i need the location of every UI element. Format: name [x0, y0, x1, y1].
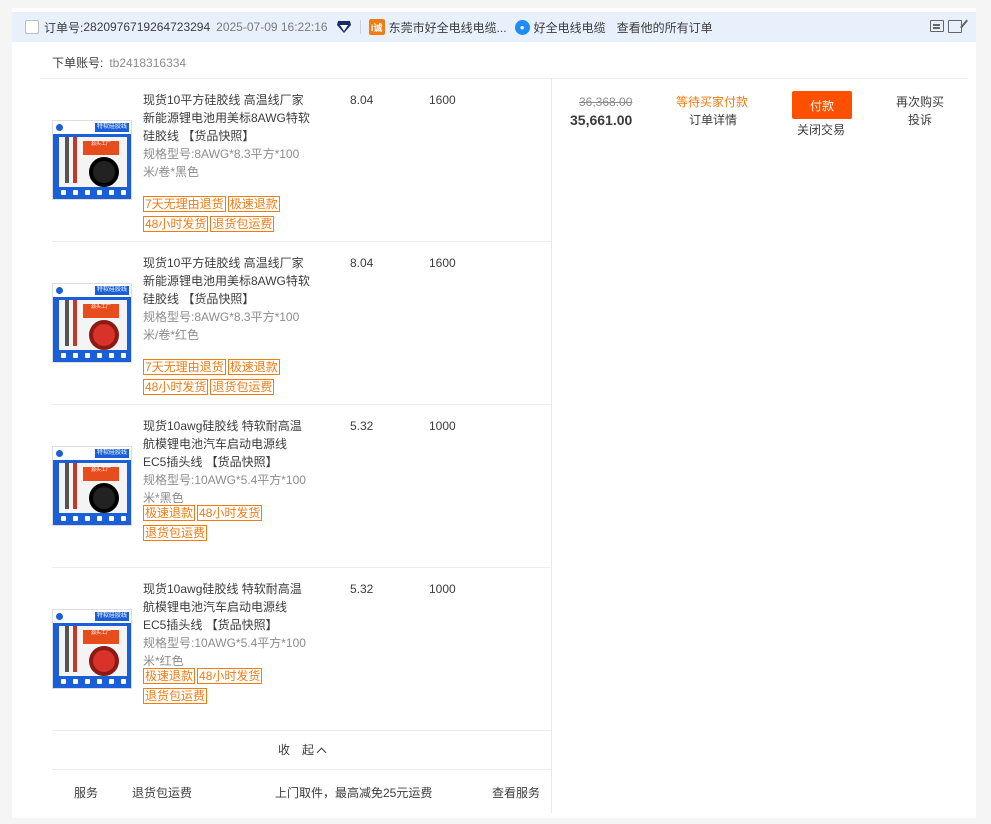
- product-title: 现货10平方硅胶线 高温线厂家新能源锂电池用美标8AWG特软硅胶线 【货品快照】: [143, 256, 310, 306]
- close-trade-link[interactable]: 关闭交易: [797, 121, 845, 138]
- service-tags: 极速退款 48小时发货退货包运费: [143, 668, 313, 708]
- all-orders-link[interactable]: 查看他的所有订单: [617, 19, 713, 36]
- order-item: 特软硅胶线 源头工厂 现货10平方硅胶线 高温线厂家新能源锂电池用美标8AWG特软硅…: [52, 242, 551, 405]
- service-tag[interactable]: 48小时发货: [197, 668, 263, 684]
- service-tag[interactable]: 48小时发货: [143, 379, 209, 395]
- unit-price: 8.04: [350, 93, 374, 107]
- shop-icon: i诚: [368, 19, 385, 35]
- service-tag[interactable]: 极速退款: [143, 668, 196, 684]
- product-spec: 规格型号:10AWG*5.4平方*100米*黑色: [143, 473, 306, 505]
- collapse-toggle[interactable]: 收 起: [52, 730, 551, 770]
- service-tag[interactable]: 7天无理由退货: [143, 359, 226, 375]
- service-tag[interactable]: 退货包运费: [143, 525, 208, 541]
- service-tag[interactable]: 极速退款: [143, 505, 196, 521]
- service-tag[interactable]: 极速退款: [227, 359, 280, 375]
- order-header: 订单号: 2820976719264723294 2025-07-09 16:2…: [12, 12, 976, 42]
- service-tag[interactable]: 退货包运费: [143, 688, 208, 704]
- chevron-up-icon: [316, 747, 327, 758]
- service-label: 服务: [74, 786, 99, 800]
- order-item: 特软硅胶线 源头工厂 现货10awg硅胶线 特软耐高温航模锂电池汽车启动电源线 EC…: [52, 405, 551, 568]
- product-title-link[interactable]: 现货10平方硅胶线 高温线厂家新能源锂电池用美标8AWG特软硅胶线 【货品快照】…: [143, 254, 313, 344]
- message-icon[interactable]: [930, 20, 944, 32]
- product-title: 现货10awg硅胶线 特软耐高温航模锂电池汽车启动电源线 EC5插头线 【货品快…: [143, 419, 302, 469]
- chat-icon[interactable]: ●: [514, 19, 530, 35]
- service-tag[interactable]: 48小时发货: [197, 505, 263, 521]
- product-spec: 规格型号:8AWG*8.3平方*100米/卷*红色: [143, 310, 300, 342]
- service-tag[interactable]: 退货包运费: [210, 379, 275, 395]
- page: 订单号: 2820976719264723294 2025-07-09 16:2…: [0, 0, 991, 824]
- service-desc: 上门取件，最高减免25元运费: [275, 786, 433, 800]
- seller-name-link[interactable]: 好全电线电缆: [534, 19, 606, 36]
- order-number-label: 订单号:: [44, 20, 84, 35]
- product-title-link[interactable]: 现货10awg硅胶线 特软耐高温航模锂电池汽车启动电源线 EC5插头线 【货品快…: [143, 417, 313, 507]
- shop-name-link[interactable]: 东莞市好全电线电缆...: [389, 19, 507, 36]
- product-thumbnail[interactable]: 特软硅胶线 源头工厂: [52, 283, 132, 363]
- product-title-link[interactable]: 现货10awg硅胶线 特软耐高温航模锂电池汽车启动电源线 EC5插头线 【货品快…: [143, 580, 313, 670]
- order-date: 2025-07-09 16:22:16: [216, 20, 328, 34]
- collapse-label: 收 起: [277, 743, 314, 757]
- account-label: 下单账号:: [52, 56, 104, 70]
- account-value: tb2418316334: [109, 56, 187, 70]
- order-card: 订单号: 2820976719264723294 2025-07-09 16:2…: [12, 8, 976, 818]
- product-spec: 规格型号:10AWG*5.4平方*100米*红色: [143, 636, 306, 668]
- unit-price: 5.32: [350, 419, 374, 433]
- pay-button[interactable]: 付款: [792, 91, 852, 119]
- quantity: 1000: [429, 419, 456, 433]
- total-price: 35,661.00: [570, 112, 633, 128]
- product-thumbnail[interactable]: 特软硅胶线 源头工厂: [52, 609, 132, 689]
- product-thumbnail[interactable]: 特软硅胶线 源头工厂: [52, 446, 132, 526]
- rebuy-link[interactable]: 再次购买: [896, 93, 944, 110]
- edit-note-icon[interactable]: [948, 20, 962, 33]
- service-name: 退货包运费: [132, 786, 193, 800]
- account-row: 下单账号: tb2418316334: [52, 54, 186, 71]
- service-tags: 7天无理由退货 极速退款 48小时发货 退货包运费: [143, 196, 313, 236]
- product-title: 现货10平方硅胶线 高温线厂家新能源锂电池用美标8AWG特软硅胶线 【货品快照】: [143, 93, 310, 143]
- order-number: 2820976719264723294: [83, 20, 211, 34]
- header-divider: [359, 20, 361, 34]
- order-checkbox[interactable]: [25, 20, 39, 34]
- service-tags: 极速退款 48小时发货退货包运费: [143, 505, 313, 545]
- service-tags: 7天无理由退货 极速退款 48小时发货 退货包运费: [143, 359, 313, 399]
- unit-price: 8.04: [350, 256, 374, 270]
- header-actions: [930, 20, 962, 33]
- original-price: 36,368.00: [579, 95, 633, 109]
- order-item: 特软硅胶线 源头工厂 现货10awg硅胶线 特软耐高温航模锂电池汽车启动电源线 EC…: [52, 568, 551, 731]
- order-detail-link[interactable]: 订单详情: [689, 111, 737, 128]
- complain-link[interactable]: 投诉: [908, 111, 932, 128]
- order-item: 特软硅胶线 源头工厂 现货10平方硅胶线 高温线厂家新能源锂电池用美标8AWG特软硅…: [52, 79, 551, 242]
- view-service-link[interactable]: 查看服务: [492, 784, 540, 801]
- product-spec: 规格型号:8AWG*8.3平方*100米/卷*黑色: [143, 147, 300, 179]
- quantity: 1000: [429, 582, 456, 596]
- quantity: 1600: [429, 256, 456, 270]
- unit-price: 5.32: [350, 582, 374, 596]
- diamond-icon[interactable]: [336, 20, 352, 34]
- service-tag[interactable]: 48小时发货: [143, 216, 209, 232]
- service-tag[interactable]: 7天无理由退货: [143, 196, 226, 212]
- quantity: 1600: [429, 93, 456, 107]
- column-divider: [551, 79, 552, 813]
- service-tag[interactable]: 退货包运费: [210, 216, 275, 232]
- product-title-link[interactable]: 现货10平方硅胶线 高温线厂家新能源锂电池用美标8AWG特软硅胶线 【货品快照】…: [143, 91, 313, 181]
- service-tag[interactable]: 极速退款: [227, 196, 280, 212]
- product-thumbnail[interactable]: 特软硅胶线 源头工厂: [52, 120, 132, 200]
- product-title: 现货10awg硅胶线 特软耐高温航模锂电池汽车启动电源线 EC5插头线 【货品快…: [143, 582, 302, 632]
- order-status: 等待买家付款: [676, 95, 749, 109]
